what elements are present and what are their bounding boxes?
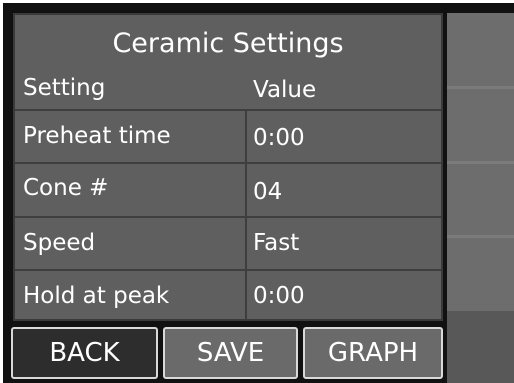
right-panel-divider bbox=[447, 86, 514, 89]
grid-line bbox=[15, 269, 441, 271]
row-value-cone[interactable]: 04 bbox=[253, 179, 282, 205]
graph-button[interactable]: GRAPH bbox=[303, 327, 443, 379]
right-panel-bottom bbox=[447, 311, 514, 383]
ceramic-settings-panel: Ceramic Settings Setting Value Preheat t… bbox=[13, 13, 443, 321]
row-value-speed[interactable]: Fast bbox=[253, 230, 299, 256]
right-panel-divider bbox=[447, 161, 514, 164]
row-value-preheat-time[interactable]: 0:00 bbox=[253, 125, 305, 151]
column-header-setting: Setting bbox=[23, 75, 106, 101]
row-value-hold-at-peak[interactable]: 0:00 bbox=[253, 283, 305, 309]
save-button[interactable]: SAVE bbox=[163, 327, 298, 379]
row-label-preheat-time: Preheat time bbox=[23, 123, 171, 149]
row-label-cone: Cone # bbox=[23, 175, 109, 201]
row-label-hold-at-peak: Hold at peak bbox=[23, 283, 170, 309]
column-divider bbox=[245, 109, 247, 319]
grid-line bbox=[15, 109, 441, 111]
panel-title: Ceramic Settings bbox=[112, 28, 344, 59]
grid-line bbox=[15, 216, 441, 218]
row-label-speed: Speed bbox=[23, 230, 96, 256]
back-button[interactable]: BACK bbox=[11, 327, 158, 379]
grid-line bbox=[15, 162, 441, 164]
column-header-value: Value bbox=[253, 77, 317, 103]
right-panel-divider bbox=[447, 235, 514, 238]
right-side-panel bbox=[447, 13, 514, 383]
screen: Ceramic Settings Setting Value Preheat t… bbox=[3, 3, 514, 383]
